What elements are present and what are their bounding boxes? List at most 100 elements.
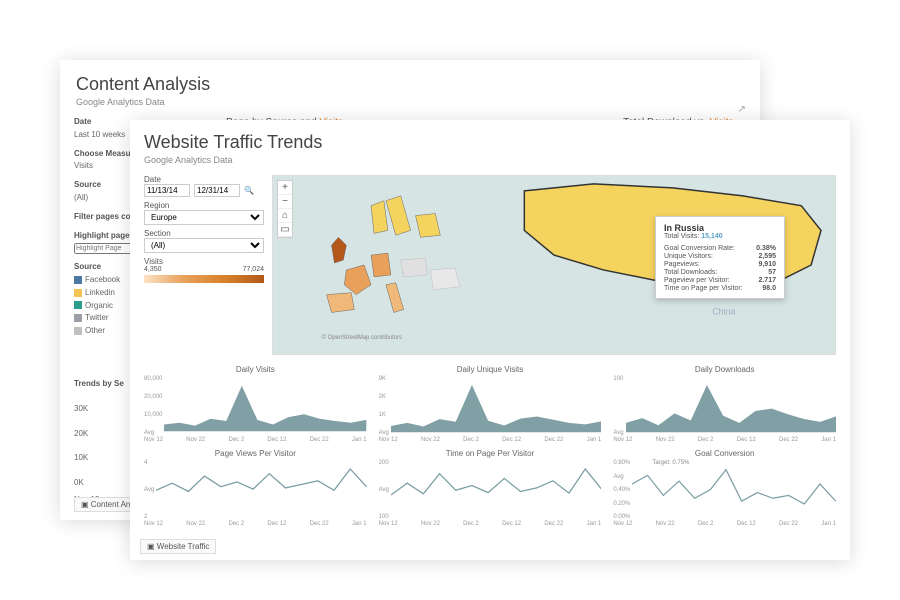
axis-tick: 2 bbox=[144, 514, 154, 520]
axis-tick: 0.40% bbox=[613, 487, 630, 493]
axis-tick: Dec 12 bbox=[502, 437, 521, 443]
filter-region-label: Region bbox=[144, 201, 264, 210]
axis-tick: Dec 22 bbox=[779, 521, 798, 527]
chart-time-on-page-per-visitor[interactable]: Time on Page Per Visitor 200Avg100 Nov 1… bbox=[379, 449, 602, 527]
axis-tick: 2K bbox=[379, 394, 389, 400]
axis-tick: Avg bbox=[613, 474, 630, 480]
axis-tick: 100 bbox=[379, 514, 389, 520]
zoom-in-button[interactable]: + bbox=[278, 181, 292, 195]
axis-tick: 9K bbox=[379, 376, 389, 382]
axis-tick: Jan 1 bbox=[587, 437, 602, 443]
axis-tick: Dec 12 bbox=[267, 437, 286, 443]
chart-title: Daily Unique Visits bbox=[379, 365, 602, 374]
axis-tick: 1K bbox=[379, 412, 389, 418]
axis-tick: Dec 22 bbox=[310, 437, 329, 443]
page-title: Website Traffic Trends bbox=[144, 132, 836, 153]
country-poland[interactable] bbox=[401, 258, 428, 277]
axis-tick: Dec 12 bbox=[502, 521, 521, 527]
map-tooltip: In Russia Total Visits: 15,140 Goal Conv… bbox=[655, 216, 785, 299]
axis-tick: Nov 22 bbox=[421, 437, 440, 443]
axis-tick: 0.00% bbox=[613, 514, 630, 520]
axis-tick: Dec 2 bbox=[229, 521, 245, 527]
axis-tick: Nov 22 bbox=[656, 437, 675, 443]
chart-title: Daily Downloads bbox=[613, 365, 836, 374]
country-finland[interactable] bbox=[416, 214, 441, 238]
axis-tick: 10,000 bbox=[144, 412, 162, 418]
axis-tick: Avg bbox=[379, 487, 389, 493]
tab-website-traffic[interactable]: ▣ Website Traffic bbox=[140, 539, 216, 554]
axis-tick: Nov 22 bbox=[186, 437, 205, 443]
target-label: Target: 0.75% bbox=[652, 460, 689, 466]
country-germany[interactable] bbox=[371, 253, 391, 277]
chart-page-views-per-visitor[interactable]: Page Views Per Visitor 4Avg2 Nov 12Nov 2… bbox=[144, 449, 367, 527]
map-europe[interactable]: + − ⌂ ▭ bbox=[272, 175, 836, 355]
axis-tick: Jan 1 bbox=[352, 521, 367, 527]
tooltip-row: Total Downloads:57 bbox=[664, 269, 776, 276]
filter-panel: Date 🔍 Region Europe Section (All) Visit… bbox=[144, 175, 264, 355]
axis-tick: Nov 12 bbox=[379, 437, 398, 443]
axis-tick: Nov 12 bbox=[613, 437, 632, 443]
zoom-out-button[interactable]: − bbox=[278, 195, 292, 209]
axis-tick: Nov 22 bbox=[186, 521, 205, 527]
page-title: Content Analysis bbox=[76, 74, 744, 95]
zoom-home-button[interactable]: ⌂ bbox=[278, 209, 292, 223]
axis-tick: 20,000 bbox=[144, 394, 162, 400]
axis-tick: Dec 12 bbox=[737, 437, 756, 443]
chart-title: Daily Visits bbox=[144, 365, 367, 374]
date-to-input[interactable] bbox=[194, 184, 240, 197]
axis-tick: 80,000 bbox=[144, 376, 162, 382]
external-link-icon[interactable]: ↗ bbox=[738, 104, 746, 115]
chart-daily-downloads[interactable]: Daily Downloads 100 Avg Nov 12 Nov 22 Dec 2… bbox=[613, 365, 836, 443]
country-france[interactable] bbox=[344, 265, 371, 295]
axis-tick: Nov 12 bbox=[613, 521, 632, 527]
country-ukraine[interactable] bbox=[430, 268, 460, 290]
axis-tick: Avg bbox=[144, 487, 154, 493]
country-italy[interactable] bbox=[386, 283, 404, 313]
axis-tick: Avg bbox=[613, 430, 623, 436]
tooltip-row: Pageview per Visitor:2.717 bbox=[664, 277, 776, 284]
axis-tick: Dec 12 bbox=[737, 521, 756, 527]
country-norway[interactable] bbox=[371, 201, 388, 234]
chart-goal-conversion[interactable]: Goal Conversion 0.80%Avg0.40%0.20%0.00% … bbox=[613, 449, 836, 527]
axis-tick: Nov 12 bbox=[379, 521, 398, 527]
axis-tick: Jan 1 bbox=[821, 437, 836, 443]
axis-tick: Dec 2 bbox=[229, 437, 245, 443]
date-from-input[interactable] bbox=[144, 184, 190, 197]
axis-tick: Dec 12 bbox=[267, 521, 286, 527]
axis-tick: 200 bbox=[379, 460, 389, 466]
axis-tick: 0.20% bbox=[613, 501, 630, 507]
axis-tick: Dec 22 bbox=[544, 521, 563, 527]
axis-tick: Nov 12 bbox=[144, 437, 163, 443]
axis-tick: 100 bbox=[613, 376, 623, 382]
axis-tick: Jan 1 bbox=[587, 521, 602, 527]
axis-tick: Dec 2 bbox=[463, 521, 479, 527]
visits-legend-label: Visits bbox=[144, 257, 264, 266]
color-legend-gradient bbox=[144, 275, 264, 283]
chart-daily-unique-visits[interactable]: Daily Unique Visits 9K 2K 1K Avg Nov 12 Nov … bbox=[379, 365, 602, 443]
zoom-select-button[interactable]: ▭ bbox=[278, 223, 292, 237]
axis-tick: Dec 22 bbox=[779, 437, 798, 443]
svg-text:China: China bbox=[712, 306, 735, 316]
axis-tick: Avg bbox=[144, 430, 162, 436]
axis-tick: Nov 12 bbox=[144, 521, 163, 527]
chart-title: Page Views Per Visitor bbox=[144, 449, 367, 458]
axis-tick: 0.80% bbox=[613, 460, 630, 466]
svg-text:© OpenStreetMap contributors: © OpenStreetMap contributors bbox=[322, 334, 402, 341]
tooltip-row: Goal Conversion Rate:0.38% bbox=[664, 245, 776, 252]
axis-tick: Nov 22 bbox=[656, 521, 675, 527]
chart-title: Goal Conversion bbox=[613, 449, 836, 458]
tooltip-title: In Russia bbox=[664, 223, 776, 233]
filter-date-label: Date bbox=[144, 175, 264, 184]
axis-tick: Avg bbox=[379, 430, 389, 436]
country-sweden[interactable] bbox=[386, 196, 411, 236]
chart-daily-visits[interactable]: Daily Visits 80,000 20,000 10,000 Avg Nov 1… bbox=[144, 365, 367, 443]
country-spain[interactable] bbox=[327, 293, 355, 313]
tooltip-row: Unique Visitors:2,595 bbox=[664, 253, 776, 260]
search-icon[interactable]: 🔍 bbox=[244, 186, 254, 195]
country-uk[interactable] bbox=[332, 237, 347, 263]
section-select[interactable]: (All) bbox=[144, 238, 264, 253]
axis-tick: Dec 2 bbox=[698, 521, 714, 527]
region-select[interactable]: Europe bbox=[144, 210, 264, 225]
tooltip-row: Pageviews:9,910 bbox=[664, 261, 776, 268]
axis-tick: Jan 1 bbox=[352, 437, 367, 443]
